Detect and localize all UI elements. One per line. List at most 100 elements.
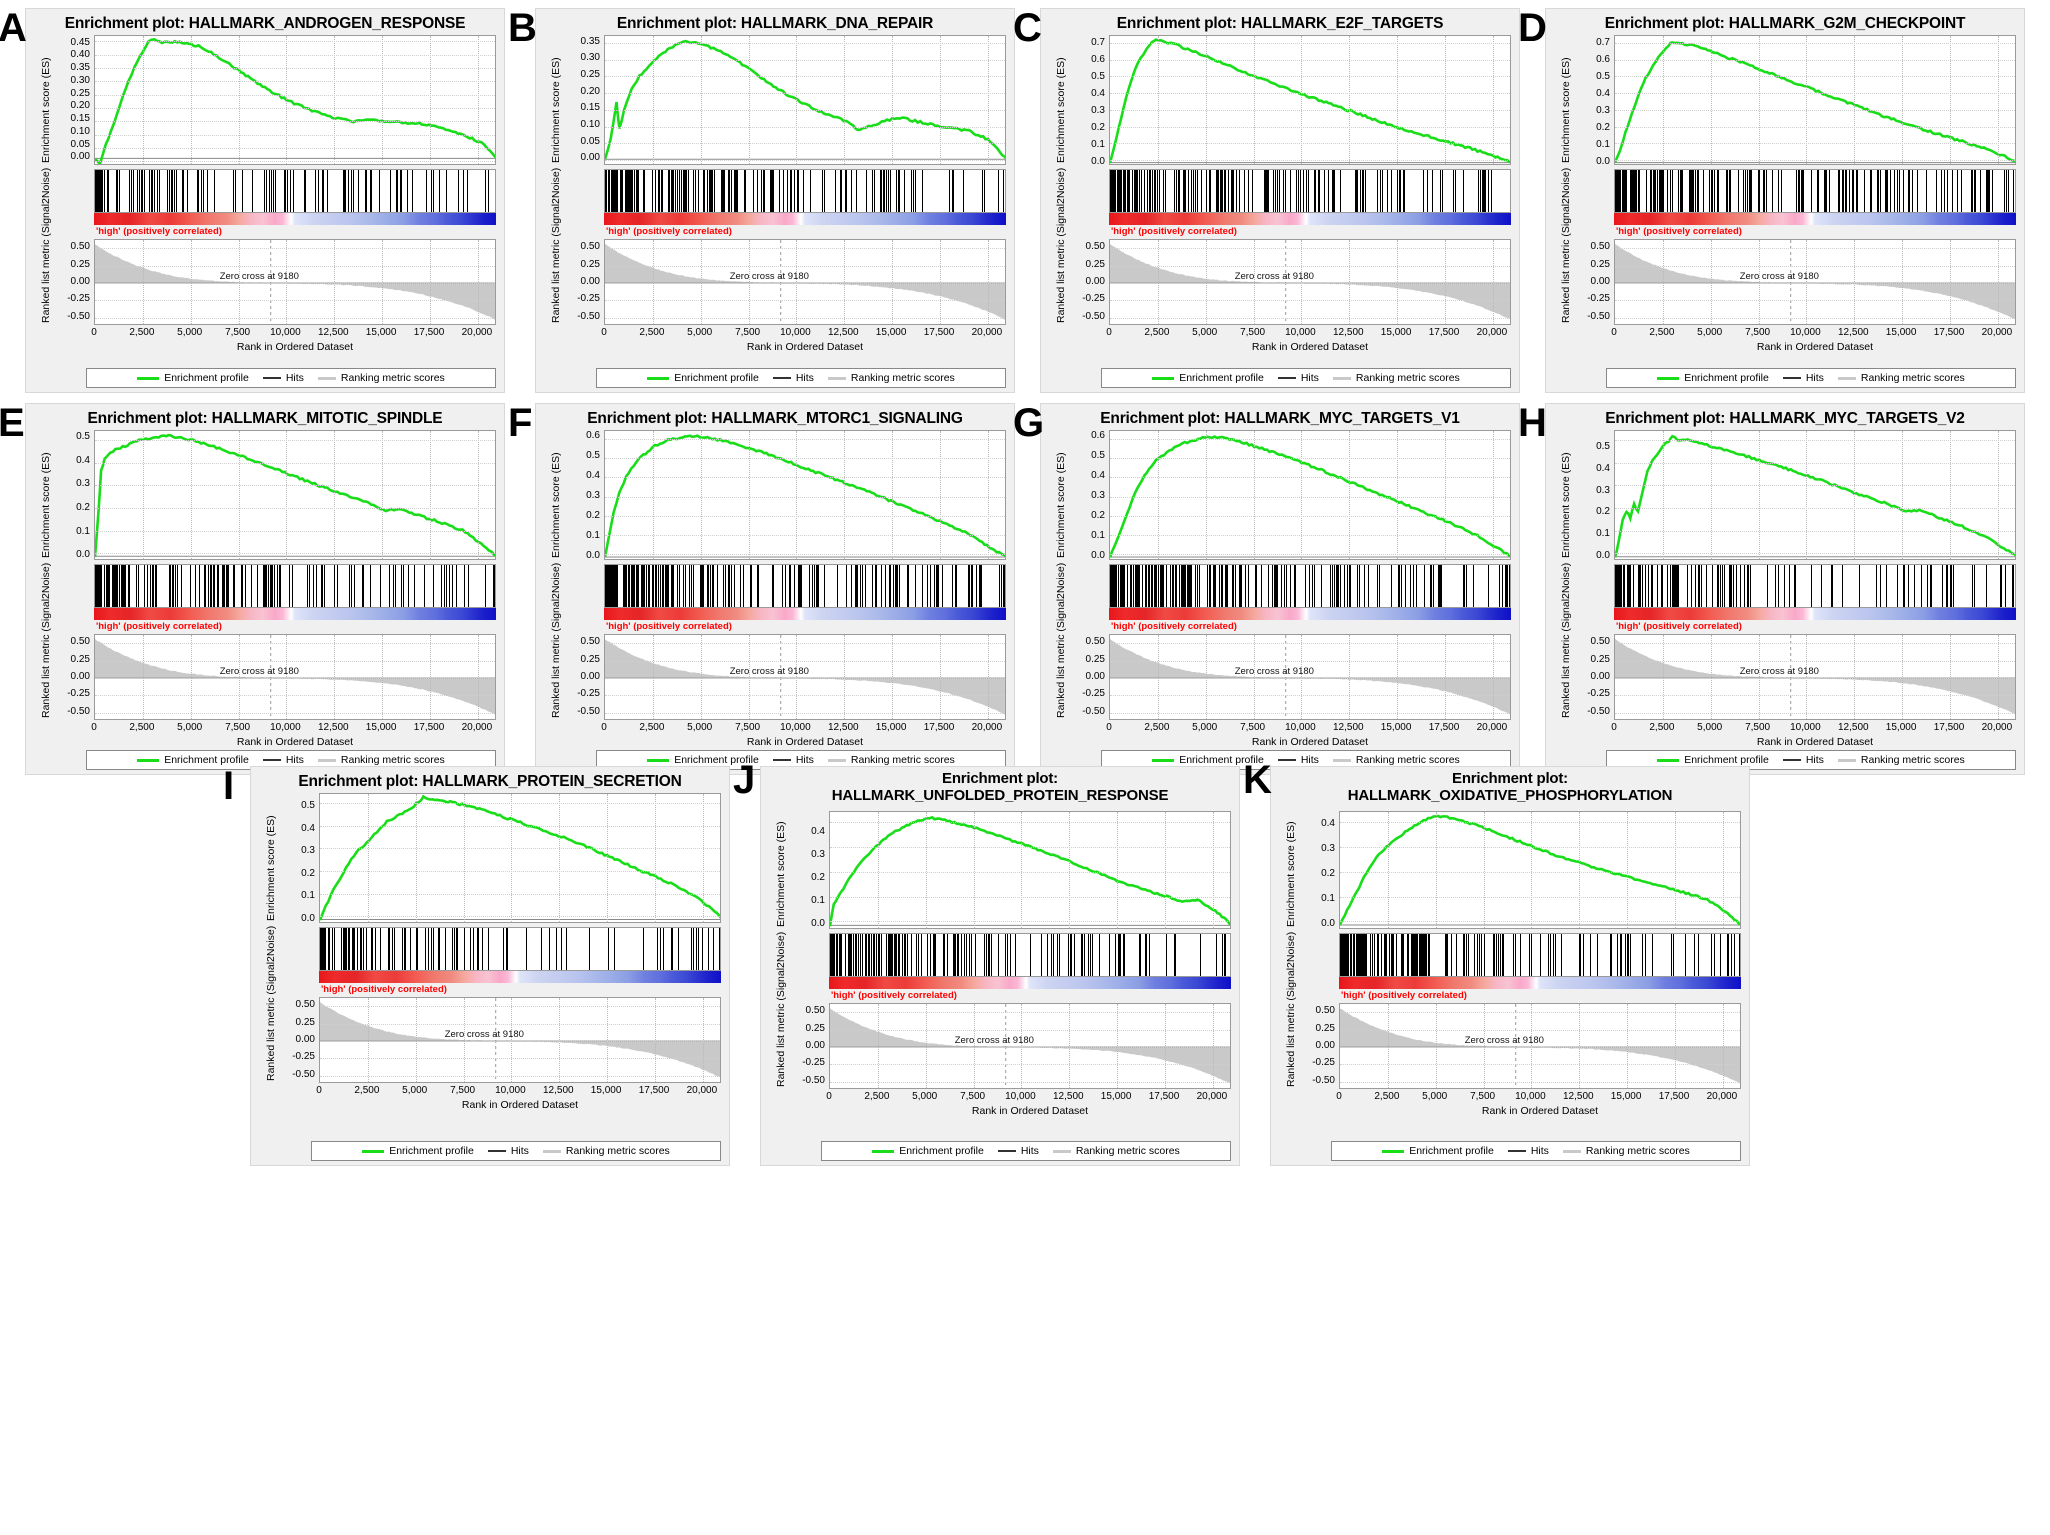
hit-mark	[1267, 170, 1269, 212]
x-tick: 12,500	[543, 1085, 574, 1096]
hit-mark	[485, 170, 487, 212]
correlation-color-bar	[829, 977, 1231, 989]
hit-mark	[1727, 170, 1729, 212]
gridline-vertical	[1021, 1004, 1023, 1088]
y-tick-es: 0.45	[70, 36, 90, 48]
x-tick: 10,000	[1515, 1091, 1546, 1102]
gridline-vertical	[1722, 812, 1724, 928]
hit-mark	[1127, 565, 1129, 607]
legend-item-ranking-metric: Ranking metric scores	[1052, 1145, 1180, 1157]
hit-mark	[1425, 934, 1427, 976]
y-tick-es: 0.3	[1091, 490, 1105, 501]
hit-mark	[1519, 934, 1521, 976]
gridline-horizontal	[1110, 660, 1510, 662]
hit-mark	[350, 565, 352, 607]
hit-mark	[860, 565, 862, 607]
hit-mark	[1642, 565, 1644, 607]
y-tick-es: 0.5	[1596, 71, 1610, 83]
hit-mark	[327, 170, 329, 212]
y-axis-label-ranked-metric: Ranked list metric (Signal2Noise)	[1560, 167, 1572, 323]
legend-label-ranking-metric: Ranking metric scores	[1585, 1145, 1690, 1157]
hit-mark	[1783, 565, 1785, 607]
y-tick-ranked-metric: 0.00	[1315, 1040, 1335, 1051]
gridline-horizontal	[320, 1006, 720, 1008]
hit-mark	[1733, 934, 1735, 976]
panel-title: Enrichment plot: HALLMARK_PROTEIN_SECRET…	[298, 773, 682, 790]
panel-letter-b: B	[508, 6, 537, 50]
hit-mark	[1952, 170, 1954, 212]
gridline-horizontal	[1110, 160, 1510, 162]
hit-mark	[763, 170, 765, 212]
y-tick-es: 0.3	[586, 490, 600, 501]
gridline-vertical	[940, 240, 941, 324]
hit-mark	[119, 170, 121, 212]
hit-mark	[392, 565, 394, 607]
hit-mark	[1548, 934, 1550, 976]
gridline-vertical	[1445, 635, 1446, 719]
hit-mark	[1744, 565, 1746, 607]
x-tick: 20,000	[461, 722, 493, 733]
hit-mark	[293, 170, 295, 212]
correlation-high-label: 'high' (positively correlated)	[96, 621, 222, 632]
hit-mark	[921, 565, 923, 607]
gridline-vertical	[1483, 812, 1485, 928]
hit-mark	[1508, 565, 1510, 607]
hit-mark	[1067, 934, 1069, 976]
hit-mark	[874, 170, 876, 212]
chart-legend: Enrichment profile Hits Ranking metric sco…	[821, 1141, 1231, 1161]
gridline-horizontal	[320, 916, 720, 918]
x-tick: 12,500	[1333, 722, 1364, 733]
hit-mark	[655, 565, 657, 607]
hit-mark	[808, 565, 810, 607]
hit-mark	[1315, 170, 1316, 212]
hit-mark	[1172, 565, 1174, 607]
x-tick: 20,000	[1476, 722, 1508, 733]
hit-mark	[692, 170, 694, 212]
legend-swatch-hits-icon	[1277, 377, 1296, 379]
ranked-metric-chart	[1109, 634, 1511, 720]
gridline-horizontal	[1615, 248, 2015, 250]
gridline-horizontal	[605, 317, 1005, 319]
hit-mark	[337, 565, 339, 607]
gridline-vertical	[1117, 812, 1119, 928]
gridline-vertical	[1349, 635, 1351, 719]
gridline-horizontal	[1615, 660, 2015, 662]
panel-c: Enrichment plot: HALLMARK_E2F_TARGETS Enr…	[1040, 8, 1520, 393]
x-axis-label: Rank in Ordered Dataset	[1251, 736, 1369, 748]
hit-mark	[1385, 934, 1387, 976]
hit-mark	[287, 170, 289, 212]
gridline-horizontal	[605, 59, 1005, 61]
y-tick-es: 0.1	[1091, 138, 1105, 150]
gridline-vertical	[1997, 635, 1999, 719]
hit-mark	[2005, 565, 2007, 607]
hit-mark	[1627, 934, 1629, 976]
panel-letter-h: H	[1518, 401, 1547, 445]
hit-mark	[445, 928, 447, 970]
panel-title: Enrichment plot: HALLMARK_ANDROGEN_RESPO…	[64, 15, 466, 32]
gridline-vertical	[1710, 635, 1712, 719]
hit-mark	[1677, 565, 1679, 607]
y-tick-es: 0.1	[1596, 528, 1610, 539]
gridline-horizontal	[1340, 871, 1740, 873]
gridline-vertical	[700, 240, 702, 324]
y-tick-ranked-metric: 0.25	[1315, 1022, 1335, 1034]
hit-mark	[648, 565, 650, 607]
gridline-vertical	[844, 36, 846, 164]
zero-cross-label: Zero cross at 9180	[219, 666, 299, 677]
x-tick: 7,500	[225, 327, 251, 338]
legend-item-ranking-metric: Ranking metric scores	[827, 372, 955, 384]
hit-mark	[965, 934, 967, 976]
y-tick-es: 0.4	[586, 470, 600, 481]
hit-mark	[1912, 170, 1914, 212]
hit-mark	[1323, 170, 1325, 212]
gridline-vertical	[973, 812, 975, 928]
y-axis-label-ranked-metric: Ranked list metric (Signal2Noise)	[550, 562, 562, 718]
hit-mark	[304, 170, 306, 212]
legend-label-enrichment-profile: Enrichment profile	[1179, 372, 1264, 384]
hit-mark	[1227, 565, 1229, 607]
hit-mark	[1695, 565, 1697, 607]
y-tick-ranked-metric: -0.25	[1587, 293, 1610, 305]
enrichment-curve-svg	[320, 794, 720, 921]
gridline-vertical	[1997, 431, 1999, 559]
hit-mark	[366, 928, 367, 970]
